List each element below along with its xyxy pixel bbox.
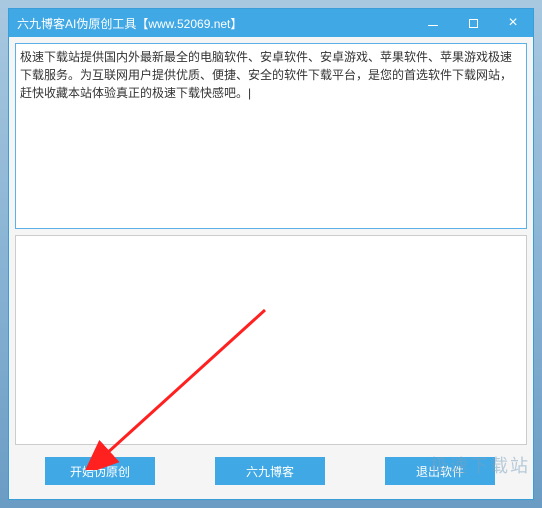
window-controls: × <box>413 9 533 37</box>
blog-button[interactable]: 六九博客 <box>215 457 325 485</box>
minimize-button[interactable] <box>413 9 453 37</box>
button-row: 开始伪原创 六九博客 退出软件 <box>15 451 527 493</box>
app-window: 六九博客AI伪原创工具【www.52069.net】 × 开始伪原创 六九博客 … <box>8 8 534 500</box>
titlebar: 六九博客AI伪原创工具【www.52069.net】 × <box>9 9 533 37</box>
start-pseudo-original-button[interactable]: 开始伪原创 <box>45 457 155 485</box>
content-area: 开始伪原创 六九博客 退出软件 <box>9 37 533 499</box>
exit-button[interactable]: 退出软件 <box>385 457 495 485</box>
minimize-icon <box>428 25 438 26</box>
maximize-button[interactable] <box>453 9 493 37</box>
result-text-output[interactable] <box>15 235 527 445</box>
close-button[interactable]: × <box>493 9 533 37</box>
source-text-input[interactable] <box>15 43 527 229</box>
close-icon: × <box>508 15 517 31</box>
maximize-icon <box>469 19 478 28</box>
window-title: 六九博客AI伪原创工具【www.52069.net】 <box>17 15 242 32</box>
